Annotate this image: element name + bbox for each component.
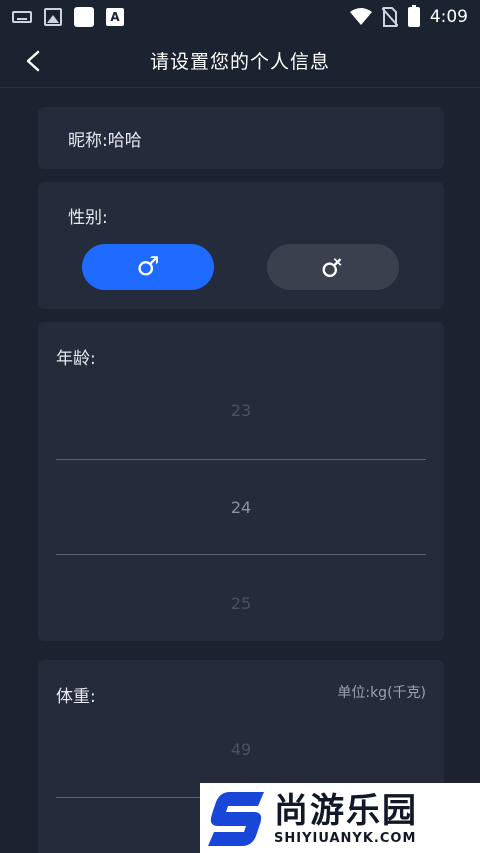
age-picker[interactable]: 年龄: 23 24 25 [38, 322, 444, 641]
age-option-selected[interactable]: 24 [38, 498, 444, 517]
nickname-field[interactable]: 昵称: 哈哈 [38, 107, 444, 169]
battery-icon [407, 5, 420, 27]
image-icon [44, 8, 62, 26]
chevron-left-icon [26, 50, 40, 72]
wifi-icon [349, 8, 372, 25]
weight-option[interactable]: 49 [38, 740, 444, 759]
keyboard-icon [12, 11, 32, 23]
app-square-icon [74, 7, 94, 27]
picker-divider [56, 459, 426, 460]
status-bar: A 4:09 [0, 0, 480, 34]
weight-unit-label: 单位:kg(千克) [337, 685, 426, 701]
page-title: 请设置您的个人信息 [149, 51, 330, 73]
female-icon: ♀ [315, 249, 351, 285]
gender-section: 性别: ♂ ♀ [38, 182, 444, 309]
nickname-label: 昵称: [68, 130, 108, 151]
top-header: 请设置您的个人信息 [0, 34, 480, 88]
female-button[interactable]: ♀ [267, 244, 399, 290]
back-button[interactable] [18, 46, 48, 76]
male-button[interactable]: ♂ [82, 244, 214, 290]
watermark-title: 尚游乐园 [274, 790, 418, 831]
status-right-icons: 4:09 [349, 5, 468, 27]
weight-label: 体重: [56, 687, 96, 707]
male-icon: ♂ [136, 252, 160, 282]
nickname-value: 哈哈 [107, 130, 142, 151]
age-label: 年龄: [56, 349, 96, 369]
watermark-logo [208, 792, 264, 846]
age-option[interactable]: 23 [38, 401, 444, 420]
font-a-icon: A [106, 8, 124, 26]
status-time: 4:09 [429, 7, 468, 27]
watermark-url: SHIYIUANYK.COM [274, 830, 417, 846]
no-sim-icon [381, 7, 398, 27]
status-left-icons: A [12, 7, 124, 27]
picker-divider [56, 554, 426, 555]
age-option[interactable]: 25 [38, 594, 444, 613]
site-watermark: 尚游乐园 SHIYIUANYK.COM [200, 783, 480, 853]
gender-label: 性别: [68, 208, 108, 228]
